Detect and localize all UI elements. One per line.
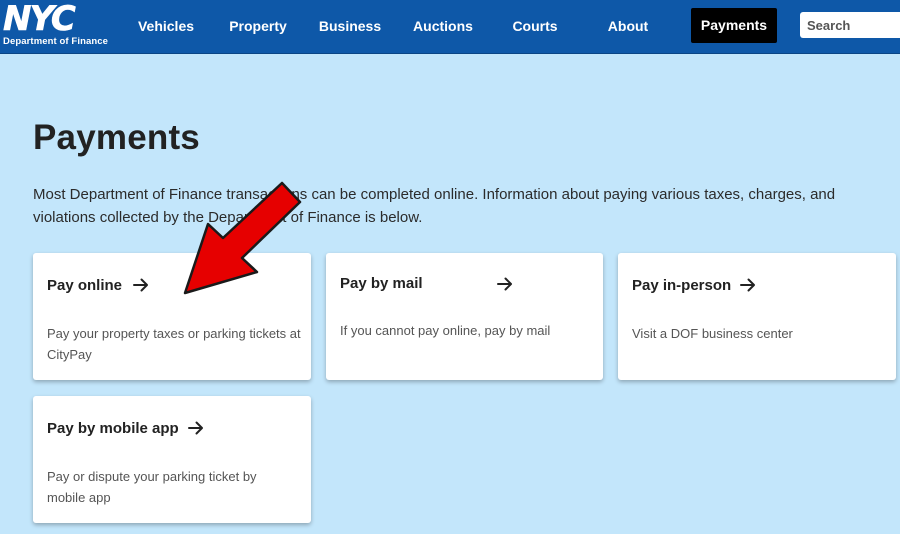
nyc-dof-logo[interactable]: NYC Department of Finance (3, 0, 115, 49)
nav-about[interactable]: About (598, 0, 658, 52)
logo-wordmark: NYC (3, 0, 76, 39)
card-title: Pay by mobile app (47, 420, 179, 437)
page-title: Payments (33, 118, 200, 157)
card-description: Visit a DOF business center (632, 326, 793, 341)
card-title: Pay in-person (632, 277, 732, 294)
red-pointer-arrow-annotation (183, 181, 302, 295)
nav-property[interactable]: Property (222, 0, 294, 52)
nav-vehicles[interactable]: Vehicles (127, 0, 205, 52)
card-pay-in-person[interactable]: Pay in-person Visit a DOF business cente… (618, 253, 896, 380)
nav-business[interactable]: Business (312, 0, 388, 52)
card-pay-by-mail[interactable]: Pay by mail If you cannot pay online, pa… (326, 253, 603, 380)
card-title: Pay by mail (340, 275, 423, 292)
arrow-right-icon (740, 278, 755, 292)
arrow-right-icon (188, 421, 203, 435)
search-input[interactable] (800, 12, 900, 38)
nav-auctions[interactable]: Auctions (405, 0, 481, 52)
arrow-right-icon (497, 277, 512, 291)
card-description: Pay your property taxes or parking ticke… (47, 326, 301, 362)
card-pay-by-mobile-app[interactable]: Pay by mobile app Pay or dispute your pa… (33, 396, 311, 523)
card-description: Pay or dispute your parking ticket by mo… (47, 469, 257, 505)
arrow-right-icon (133, 278, 148, 292)
logo-subtitle: Department of Finance (3, 36, 109, 47)
card-description: If you cannot pay online, pay by mail (340, 323, 551, 338)
top-navigation-bar: NYC Department of Finance Vehicles Prope… (0, 0, 900, 54)
intro-text: Most Department of Finance transactions … (33, 186, 836, 226)
nav-courts[interactable]: Courts (505, 0, 565, 52)
card-title: Pay online (47, 277, 123, 294)
nav-payments-active[interactable]: Payments (691, 8, 777, 43)
